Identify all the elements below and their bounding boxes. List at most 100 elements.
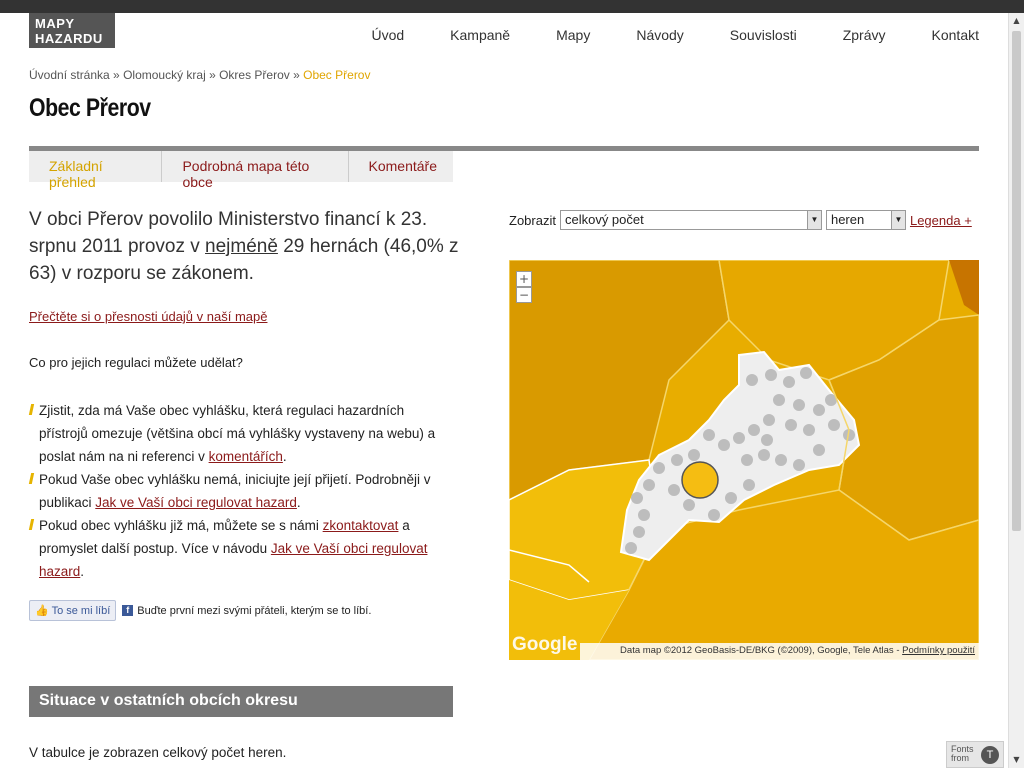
venue-dot (761, 434, 773, 446)
scrollbar[interactable]: ▲ ▼ (1008, 13, 1024, 768)
typekit-icon: T (981, 746, 999, 764)
nav-item-uvod[interactable]: Úvod (371, 27, 404, 43)
contact-link[interactable]: zkontaktovat (323, 518, 399, 533)
nav-item-souvislosti[interactable]: Souvislosti (730, 27, 797, 43)
terms-link[interactable]: Podmínky použití (902, 645, 975, 656)
data-accuracy-link[interactable]: Přečtěte si o přesnosti údajů v naší map… (29, 309, 267, 324)
chevron-down-icon: ▼ (890, 211, 905, 229)
facebook-icon: f (122, 605, 134, 616)
browser-top-bar (0, 0, 1024, 13)
list-item: Zjistit, zda má Vaše obec vyhlášku, kter… (29, 399, 444, 468)
venue-dot (765, 369, 777, 381)
zoom-out-button[interactable]: − (516, 287, 532, 303)
attribution-text: Data map ©2012 GeoBasis-DE/BKG (©2009), … (620, 645, 903, 656)
scroll-up-icon[interactable]: ▲ (1011, 15, 1022, 27)
breadcrumb: Úvodní stránka » Olomoucký kraj » Okres … (29, 68, 370, 82)
venue-dot (793, 459, 805, 471)
regulation-question: Co pro jejich regulaci můžete udělat? (29, 355, 243, 370)
breadcrumb-region[interactable]: Olomoucký kraj (123, 68, 206, 82)
venue-dot (783, 376, 795, 388)
page-title: Obec Přerov (29, 94, 151, 122)
venue-dot (793, 399, 805, 411)
tab-overview[interactable]: Základní přehled (29, 151, 163, 190)
thumb-icon: 👍 (35, 605, 49, 617)
zoom-in-button[interactable]: + (516, 271, 532, 287)
legend-link[interactable]: Legenda + (910, 213, 972, 228)
nav-item-kontakt[interactable]: Kontakt (932, 27, 979, 43)
nav-item-mapy[interactable]: Mapy (556, 27, 590, 43)
tip-end: . (282, 449, 287, 464)
venue-dot (668, 484, 680, 496)
breadcrumb-sep: » (109, 68, 124, 82)
venue-dot (773, 394, 785, 406)
venue-dot (741, 454, 753, 466)
lead-emphasis: nejméně (205, 236, 278, 257)
tip-end: . (296, 495, 301, 510)
list-item: Pokud obec vyhlášku již má, můžete se s … (29, 514, 444, 583)
map-view[interactable] (509, 260, 979, 660)
table-note: V tabulce je zobrazen celkový počet here… (29, 745, 287, 760)
display-label: Zobrazit (509, 212, 556, 228)
tab-comments[interactable]: Komentáře (349, 151, 453, 182)
venue-dot (653, 462, 665, 474)
tab-detailed-map[interactable]: Podrobná mapa této obce (162, 151, 349, 190)
venue-dot (813, 444, 825, 456)
venue-dot (671, 454, 683, 466)
venue-dot (733, 432, 745, 444)
site-logo[interactable]: MAPY HAZARDU (29, 13, 115, 48)
tips-list: Zjistit, zda má Vaše obec vyhlášku, kter… (29, 399, 444, 583)
venue-dot (633, 526, 645, 538)
type-select[interactable]: heren ▼ (825, 210, 906, 230)
zoom-control: + − (516, 271, 532, 303)
scroll-down-icon[interactable]: ▼ (1011, 754, 1022, 766)
municipality-marker[interactable] (681, 461, 719, 499)
breadcrumb-district[interactable]: Okres Přerov (219, 68, 290, 82)
facebook-like: 👍 To se mi líbí f Buďte první mezi svými… (29, 600, 371, 621)
venue-dot (625, 542, 637, 554)
map-controls: Zobrazit celkový počet ▼ heren ▼ Legenda… (509, 210, 972, 230)
venue-dot (638, 509, 650, 521)
chevron-down-icon: ▼ (806, 211, 821, 229)
like-button[interactable]: 👍 To se mi líbí (29, 600, 117, 621)
venue-dot (763, 414, 775, 426)
metric-select-value: celkový počet (564, 212, 644, 227)
venue-dot (683, 499, 695, 511)
content-tabs: Základní přehled Podrobná mapa této obce… (29, 151, 453, 190)
venue-dot (703, 429, 715, 441)
map-attribution: Data map ©2012 GeoBasis-DE/BKG (©2009), … (580, 643, 979, 660)
list-item: Pokud Vaše obec vyhlášku nemá, iniciujte… (29, 468, 444, 514)
fonts-badge[interactable]: Fonts from T (946, 741, 1004, 768)
map-svg (509, 260, 979, 660)
venue-dot (785, 419, 797, 431)
venue-dot (828, 419, 840, 431)
venue-dot (688, 449, 700, 461)
main-nav: Úvod Kampaně Mapy Návody Souvislosti Zpr… (371, 27, 979, 43)
metric-select[interactable]: celkový počet ▼ (559, 210, 822, 230)
venue-dot (775, 454, 787, 466)
section-heading: Situace v ostatních obcích okresu (29, 686, 453, 717)
venue-dot (718, 439, 730, 451)
type-select-value: heren (830, 212, 865, 227)
like-text: Buďte první mezi svými přáteli, kterým s… (137, 604, 372, 617)
venue-dot (800, 367, 812, 379)
venue-dot (746, 374, 758, 386)
venue-dot (631, 492, 643, 504)
scrollbar-thumb[interactable] (1012, 31, 1021, 531)
breadcrumb-home[interactable]: Úvodní stránka (29, 68, 110, 82)
venue-dot (758, 449, 770, 461)
nav-item-kampane[interactable]: Kampaně (450, 27, 510, 43)
nav-item-navody[interactable]: Návody (636, 27, 683, 43)
nav-item-zpravy[interactable]: Zprávy (843, 27, 886, 43)
regulation-guide-link[interactable]: Jak ve Vaší obci regulovat hazard (95, 495, 297, 510)
breadcrumb-current: Obec Přerov (303, 68, 371, 82)
tip-text: Pokud obec vyhlášku již má, můžete se s … (39, 518, 323, 533)
breadcrumb-sep: » (289, 68, 304, 82)
google-logo: Google (512, 634, 578, 655)
venue-dot (743, 479, 755, 491)
venue-dot (643, 479, 655, 491)
comments-link[interactable]: komentářích (209, 449, 283, 464)
venue-dot (725, 492, 737, 504)
venue-dot (803, 424, 815, 436)
venue-dot (748, 424, 760, 436)
breadcrumb-sep: » (205, 68, 220, 82)
